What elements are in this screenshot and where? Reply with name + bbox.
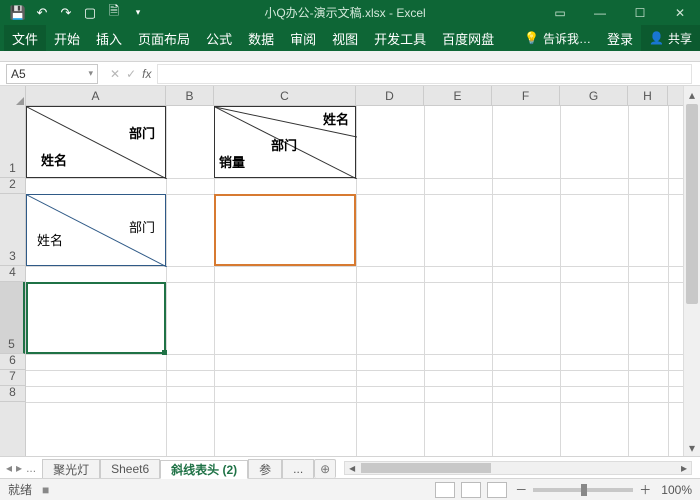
tab-layout[interactable]: 页面布局 — [130, 25, 198, 51]
sheet-nav[interactable]: ◂ ▸ ... — [0, 461, 42, 475]
name-box-value: A5 — [11, 67, 26, 81]
row-header-5[interactable]: 5 — [0, 282, 25, 354]
a1-dept-label: 部门 — [129, 123, 155, 142]
sheet-tab-1[interactable]: Sheet6 — [100, 459, 160, 478]
macro-record-icon[interactable]: ■ — [42, 483, 49, 497]
new-file-icon[interactable]: ▢ — [78, 0, 102, 25]
name-box[interactable]: A5 ▾ — [6, 64, 98, 84]
sheet-nav-first-icon[interactable]: ◂ — [6, 461, 12, 475]
row-header-7[interactable]: 7 — [0, 370, 25, 386]
row-header-2[interactable]: 2 — [0, 178, 25, 194]
quickprint-icon[interactable]: 🗎 — [102, 0, 126, 25]
status-mode: 就绪 — [8, 481, 32, 498]
tab-formulas[interactable]: 公式 — [198, 25, 240, 51]
hscroll-left-icon[interactable]: ◂ — [345, 461, 359, 475]
a3-dept-label: 部门 — [129, 217, 155, 236]
formula-input[interactable] — [157, 64, 692, 84]
fx-icon[interactable]: fx — [142, 67, 151, 81]
select-all-corner[interactable] — [0, 86, 26, 106]
hscroll-thumb[interactable] — [361, 463, 491, 473]
ribbon-body-collapsed — [0, 51, 700, 62]
view-normal-button[interactable] — [435, 482, 455, 498]
zoom-value[interactable]: 100% — [661, 483, 692, 497]
formula-enter-icon: ✓ — [126, 67, 136, 81]
row-header-8[interactable]: 8 — [0, 386, 25, 402]
zoom-slider[interactable] — [533, 488, 633, 492]
a3-name-label: 姓名 — [37, 230, 63, 249]
sheet-tab-0[interactable]: 聚光灯 — [42, 459, 100, 478]
column-header-E[interactable]: E — [424, 86, 492, 105]
tab-review[interactable]: 审阅 — [282, 25, 324, 51]
column-header-D[interactable]: D — [356, 86, 424, 105]
zoom-out-button[interactable]: － — [515, 481, 527, 498]
horizontal-scrollbar[interactable]: ◂ ▸ — [344, 461, 692, 475]
row-header-1[interactable]: 1 — [0, 106, 25, 178]
sheet-nav-last-icon[interactable]: ▸ — [16, 461, 22, 475]
row-header-4[interactable]: 4 — [0, 266, 25, 282]
maximize-icon[interactable]: ☐ — [620, 0, 660, 25]
share-button[interactable]: 👤共享 — [641, 25, 700, 51]
qat-more-icon[interactable]: ▾ — [126, 0, 150, 25]
cell-c1-diagonal-header[interactable]: 姓名 部门 销量 — [214, 106, 356, 178]
tab-home[interactable]: 开始 — [46, 25, 88, 51]
row-header-3[interactable]: 3 — [0, 194, 25, 266]
c1-sales-label: 销量 — [219, 152, 245, 171]
active-cell-a5[interactable] — [26, 282, 166, 354]
column-header-B[interactable]: B — [166, 86, 214, 105]
zoom-in-button[interactable]: ＋ — [639, 481, 651, 498]
column-header-F[interactable]: F — [492, 86, 560, 105]
c1-name-label: 姓名 — [323, 109, 349, 128]
formula-bar: A5 ▾ ✕ ✓ fx — [0, 62, 700, 86]
formula-cancel-icon: ✕ — [110, 67, 120, 81]
zoom-slider-handle[interactable] — [581, 484, 587, 496]
tab-insert[interactable]: 插入 — [88, 25, 130, 51]
chevron-down-icon[interactable]: ▾ — [88, 68, 93, 79]
sheet-overflow-icon[interactable]: ... — [26, 461, 36, 475]
signin-button[interactable]: 登录 — [599, 25, 641, 51]
close-icon[interactable]: ✕ — [660, 0, 700, 25]
row-header-6[interactable]: 6 — [0, 354, 25, 370]
row-headers: 12345678 — [0, 106, 26, 456]
add-sheet-button[interactable]: ⊕ — [314, 459, 336, 478]
redo-icon[interactable]: ↷ — [54, 0, 78, 25]
c1-dept-label: 部门 — [271, 135, 297, 154]
cell-a3-diagonal-header[interactable]: 姓名 部门 — [26, 194, 166, 266]
sheet-tab-2[interactable]: 斜线表头 (2) — [160, 460, 248, 479]
cell-a1-diagonal-header[interactable]: 姓名 部门 — [26, 106, 166, 178]
tell-me[interactable]: 💡告诉我… — [516, 25, 599, 51]
tab-data[interactable]: 数据 — [240, 25, 282, 51]
tab-view[interactable]: 视图 — [324, 25, 366, 51]
view-pagebreak-button[interactable] — [487, 482, 507, 498]
column-header-H[interactable]: H — [628, 86, 668, 105]
scroll-down-icon[interactable]: ▾ — [684, 439, 700, 456]
scroll-up-icon[interactable]: ▴ — [684, 86, 700, 103]
cell-grid[interactable]: 姓名 部门 姓名 部门 销量 姓名 部门 — [26, 106, 683, 456]
column-header-C[interactable]: C — [214, 86, 356, 105]
cell-c3-orange-selection[interactable] — [214, 194, 356, 266]
window-title: 小Q办公-演示文稿.xlsx - Excel — [150, 4, 540, 21]
tab-developer[interactable]: 开发工具 — [366, 25, 434, 51]
ribbon-tabs: 文件 开始 插入 页面布局 公式 数据 审阅 视图 开发工具 百度网盘 💡告诉我… — [0, 25, 700, 51]
fill-handle[interactable] — [162, 350, 167, 355]
sheet-tabs: 聚光灯Sheet6斜线表头 (2)参...⊕ — [42, 457, 336, 478]
ribbon-options-icon[interactable]: ▭ — [540, 0, 580, 25]
sheet-tab-overflow[interactable]: ... — [282, 459, 314, 478]
tab-baidu[interactable]: 百度网盘 — [434, 25, 502, 51]
view-pagelayout-button[interactable] — [461, 482, 481, 498]
minimize-icon[interactable]: ― — [580, 0, 620, 25]
column-headers: ABCDEFGH — [0, 86, 683, 106]
save-icon[interactable]: 💾 — [6, 0, 30, 25]
column-header-G[interactable]: G — [560, 86, 628, 105]
undo-icon[interactable]: ↶ — [30, 0, 54, 25]
hscroll-right-icon[interactable]: ▸ — [677, 461, 691, 475]
vscroll-thumb[interactable] — [686, 104, 698, 304]
sheet-tab-3[interactable]: 参 — [248, 459, 282, 478]
vertical-scrollbar[interactable]: ▴ ▾ — [683, 86, 700, 456]
a1-name-label: 姓名 — [41, 150, 67, 169]
column-header-A[interactable]: A — [26, 86, 166, 105]
tab-file[interactable]: 文件 — [4, 25, 46, 51]
